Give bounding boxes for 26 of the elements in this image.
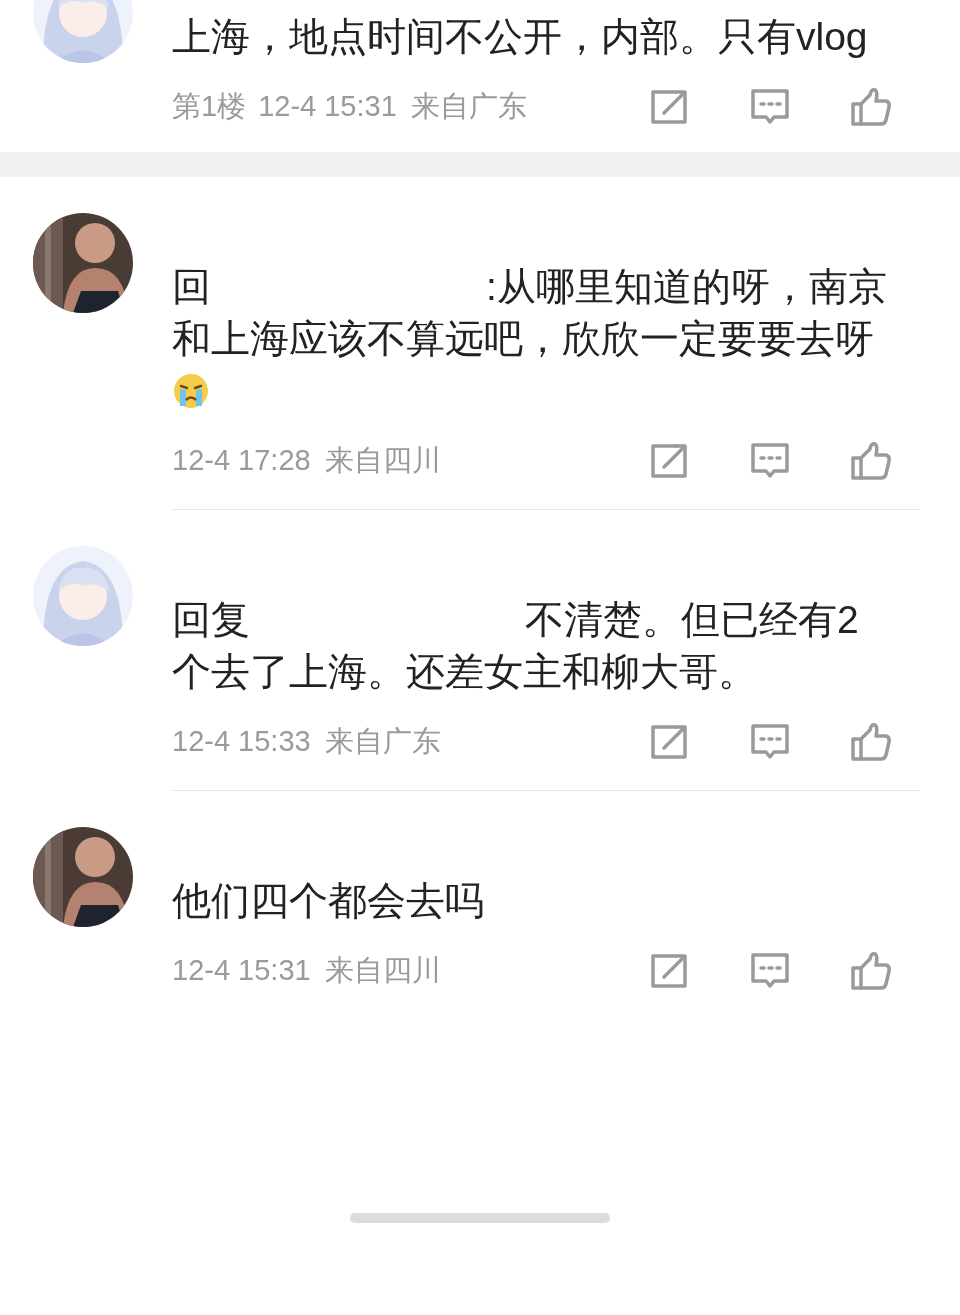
comment-icon[interactable] [750,442,790,480]
comment-icon[interactable] [750,88,790,126]
share-icon[interactable] [650,953,690,989]
comment-location: 来自广东 [410,89,527,125]
comment-text: 回 :从哪里知道的呀，南京和上海应该不算远吧，欣欣一定要要去呀 [172,261,894,417]
comment-time: 12-4 15:33 [172,724,311,760]
comment-icon[interactable] [750,723,790,761]
comment-time: 12-4 17:28 [172,443,311,479]
share-icon[interactable] [650,443,690,479]
comment-location: 来自四川 [324,443,441,479]
crying-emoji-icon [172,372,210,410]
comment-icon[interactable] [750,952,790,990]
comment-text: 回复 不清楚。但已经有2个去了上海。还差女主和柳大哥。 [172,597,860,695]
like-icon[interactable] [850,87,892,127]
comment-time: 12-4 15:31 [258,89,397,125]
comment-location: 来自广东 [324,724,441,760]
like-icon[interactable] [850,951,892,991]
comment-text: 他们四个都会去吗 [172,878,485,924]
comment-location: 来自四川 [324,953,441,989]
like-icon[interactable] [850,722,892,762]
floor-number: 第1楼 [172,89,247,125]
comment-time: 12-4 15:31 [172,953,311,989]
share-icon[interactable] [650,89,690,125]
comment-text: 上海，地点时间不公开，内部。只有vlog [172,14,869,60]
like-icon[interactable] [850,441,892,481]
share-icon[interactable] [650,724,690,760]
